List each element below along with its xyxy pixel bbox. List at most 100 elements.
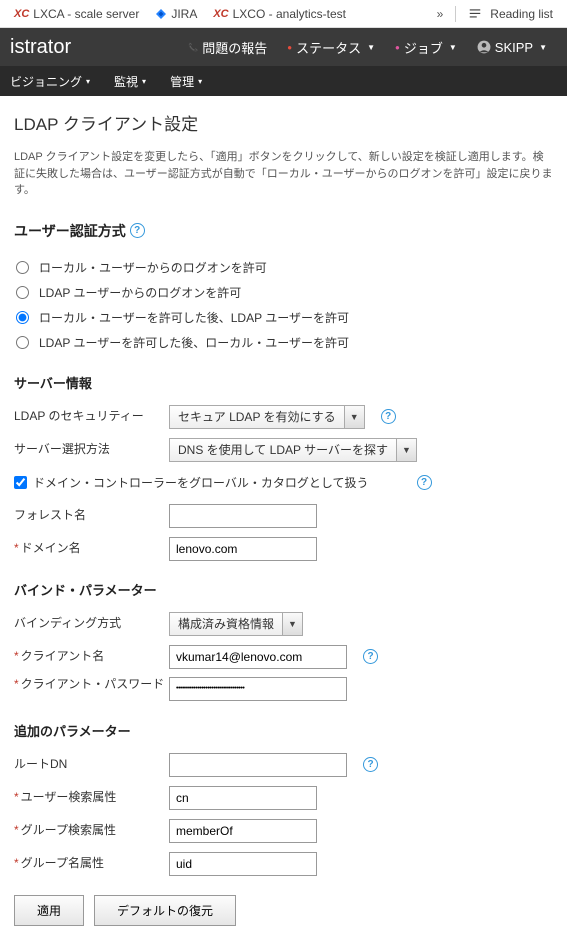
- select-server-method[interactable]: DNS を使用して LDAP サーバーを探す ▼: [169, 438, 417, 462]
- more-tabs-icon[interactable]: »: [429, 7, 452, 21]
- label-ldap-security: LDAP のセキュリティー: [14, 409, 169, 425]
- divider: [455, 6, 456, 22]
- select-bind-method[interactable]: 構成済み資格情報 ▼: [169, 612, 303, 636]
- section-label: ユーザー認証方式: [14, 221, 126, 241]
- nav-label: 管理: [170, 73, 194, 90]
- help-icon[interactable]: ?: [417, 475, 432, 490]
- header-label: 問題の報告: [202, 38, 267, 57]
- jira-icon: [155, 8, 167, 20]
- label-group-name-attr: *グループ名属性: [14, 856, 169, 872]
- nav-provisioning[interactable]: ビジョニング ▾: [10, 73, 90, 90]
- radio-input[interactable]: [16, 261, 29, 274]
- input-client-name[interactable]: [169, 645, 347, 669]
- chevron-down-icon: ▾: [198, 77, 202, 86]
- auth-radio-group: ローカル・ユーザーからのログオンを許可 LDAP ユーザーからのログオンを許可 …: [14, 255, 553, 355]
- input-group-name-attr[interactable]: [169, 852, 317, 876]
- chevron-down-icon: ▾: [142, 77, 146, 86]
- label-client-password: *クライアント・パスワード: [14, 677, 169, 693]
- label-server-method: サーバー選択方法: [14, 442, 169, 458]
- checkbox-global-catalog[interactable]: [14, 476, 27, 489]
- app-header: istrator 📞 問題の報告 ● ステータス ▼ ● ジョブ ▼ SKIPP…: [0, 28, 567, 66]
- header-report-problem[interactable]: 📞 問題の報告: [188, 38, 267, 57]
- chevron-down-icon[interactable]: ▼: [396, 439, 416, 461]
- user-icon: [477, 40, 491, 54]
- page-title: LDAP クライアント設定: [14, 110, 553, 135]
- label-forest-name: フォレスト名: [14, 508, 169, 524]
- input-domain-name[interactable]: [169, 537, 317, 561]
- input-group-search-attr[interactable]: [169, 819, 317, 843]
- help-icon[interactable]: ?: [363, 757, 378, 772]
- chevron-down-icon: ▾: [86, 77, 90, 86]
- page-description: LDAP クライアント設定を変更したら、「適用」ボタンをクリックして、新しい設定…: [14, 149, 553, 199]
- help-icon[interactable]: ?: [363, 649, 378, 664]
- nav-monitoring[interactable]: 監視 ▾: [114, 73, 146, 90]
- radio-label: ローカル・ユーザーを許可した後、LDAP ユーザーを許可: [39, 309, 349, 326]
- radio-input[interactable]: [16, 311, 29, 324]
- chevron-down-icon: ▼: [449, 43, 457, 52]
- radio-label: ローカル・ユーザーからのログオンを許可: [39, 259, 267, 276]
- chevron-down-icon[interactable]: ▼: [344, 406, 364, 428]
- radio-input[interactable]: [16, 286, 29, 299]
- radio-local-then-ldap[interactable]: ローカル・ユーザーを許可した後、LDAP ユーザーを許可: [14, 305, 553, 330]
- header-label: ジョブ: [404, 38, 443, 57]
- select-ldap-security[interactable]: セキュア LDAP を有効にする ▼: [169, 405, 365, 429]
- radio-input[interactable]: [16, 336, 29, 349]
- radio-local-users[interactable]: ローカル・ユーザーからのログオンを許可: [14, 255, 553, 280]
- tab-label: LXCA - scale server: [33, 7, 139, 21]
- select-value: 構成済み資格情報: [170, 613, 282, 635]
- label-domain-name: *ドメイン名: [14, 541, 169, 557]
- section-additional-params: 追加のパラメーター: [14, 721, 553, 740]
- chevron-down-icon[interactable]: ▼: [282, 613, 302, 635]
- browser-tab-lxca[interactable]: XC LXCA - scale server: [6, 7, 147, 21]
- reading-list-label: Reading list: [490, 7, 553, 21]
- restore-defaults-button[interactable]: デフォルトの復元: [94, 895, 236, 926]
- browser-tab-lxco[interactable]: XC LXCO - analytics-test: [205, 7, 354, 21]
- apply-button[interactable]: 適用: [14, 895, 84, 926]
- reading-list-icon: [468, 7, 482, 21]
- help-icon[interactable]: ?: [130, 223, 145, 238]
- phone-icon: 📞: [188, 43, 198, 52]
- input-user-search-attr[interactable]: [169, 786, 317, 810]
- chevron-down-icon: ▼: [367, 43, 375, 52]
- main-content: LDAP クライアント設定 LDAP クライアント設定を変更したら、「適用」ボタ…: [0, 96, 567, 946]
- nav-administration[interactable]: 管理 ▾: [170, 73, 202, 90]
- xc-icon: XC: [213, 8, 228, 20]
- help-icon[interactable]: ?: [381, 409, 396, 424]
- nav-bar: ビジョニング ▾ 監視 ▾ 管理 ▾: [0, 66, 567, 96]
- header-user-menu[interactable]: SKIPP ▼: [477, 40, 547, 55]
- tab-label: LXCO - analytics-test: [233, 7, 346, 21]
- status-dot-icon: ●: [287, 43, 292, 52]
- select-value: セキュア LDAP を有効にする: [170, 406, 344, 428]
- radio-ldap-then-local[interactable]: LDAP ユーザーを許可した後、ローカル・ユーザーを許可: [14, 330, 553, 355]
- section-server-info: サーバー情報: [14, 373, 553, 392]
- radio-label: LDAP ユーザーからのログオンを許可: [39, 284, 241, 301]
- browser-tab-bar: XC LXCA - scale server JIRA XC LXCO - an…: [0, 0, 567, 28]
- label-user-search-attr: *ユーザー検索属性: [14, 790, 169, 806]
- app-title: istrator: [10, 36, 71, 59]
- label-group-search-attr: *グループ検索属性: [14, 823, 169, 839]
- jobs-dot-icon: ●: [395, 43, 400, 52]
- header-label: ステータス: [296, 38, 361, 57]
- tab-label: JIRA: [171, 7, 197, 21]
- nav-label: ビジョニング: [10, 73, 82, 90]
- section-bind-params: バインド・パラメーター: [14, 580, 553, 599]
- input-client-password[interactable]: [169, 677, 347, 701]
- nav-label: 監視: [114, 73, 138, 90]
- radio-label: LDAP ユーザーを許可した後、ローカル・ユーザーを許可: [39, 334, 349, 351]
- xc-icon: XC: [14, 8, 29, 20]
- input-forest-name[interactable]: [169, 504, 317, 528]
- user-name: SKIPP: [495, 40, 533, 55]
- header-jobs[interactable]: ● ジョブ ▼: [395, 38, 457, 57]
- chevron-down-icon: ▼: [539, 43, 547, 52]
- select-value: DNS を使用して LDAP サーバーを探す: [170, 439, 396, 461]
- label-client-name: *クライアント名: [14, 649, 169, 665]
- radio-ldap-users[interactable]: LDAP ユーザーからのログオンを許可: [14, 280, 553, 305]
- section-auth-method: ユーザー認証方式 ?: [14, 221, 553, 241]
- checkbox-label: ドメイン・コントローラーをグローバル・カタログとして扱う: [33, 474, 369, 491]
- header-status[interactable]: ● ステータス ▼: [287, 38, 375, 57]
- reading-list-button[interactable]: Reading list: [460, 7, 561, 21]
- label-root-dn: ルートDN: [14, 757, 169, 773]
- browser-tab-jira[interactable]: JIRA: [147, 7, 205, 21]
- input-root-dn[interactable]: [169, 753, 347, 777]
- label-bind-method: バインディング方式: [14, 616, 169, 632]
